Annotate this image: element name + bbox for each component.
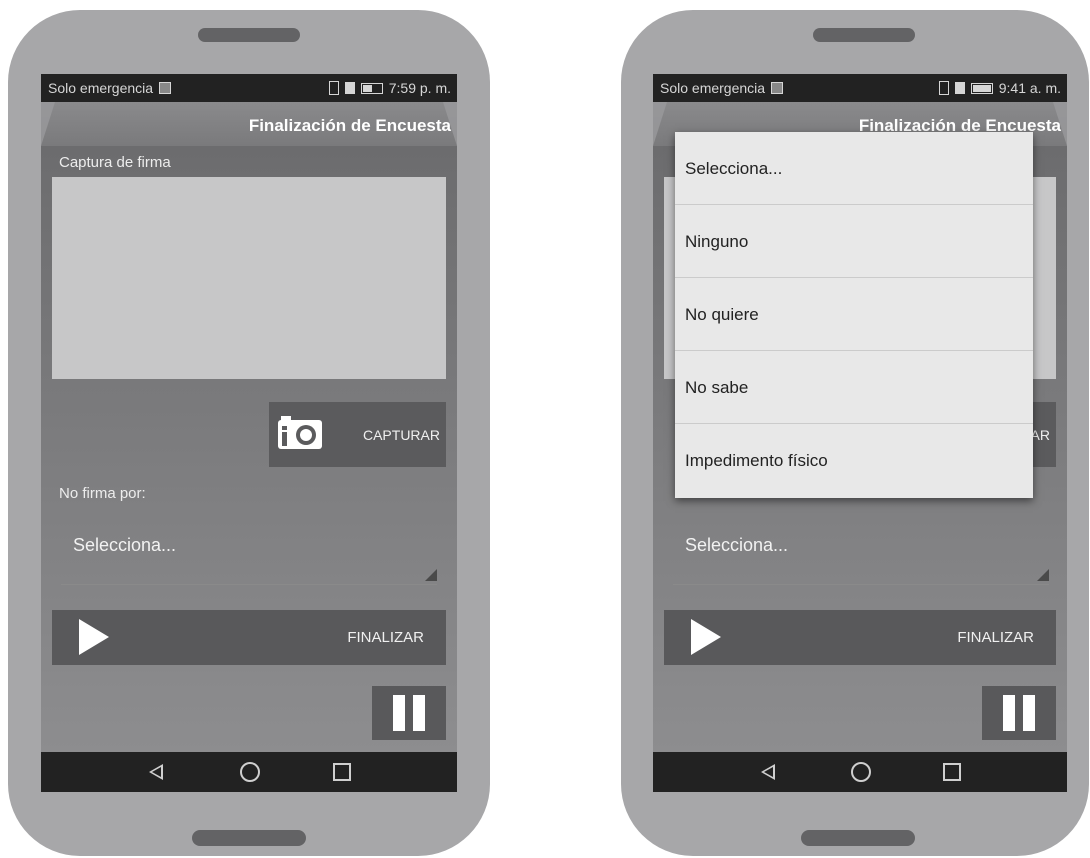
phone-right: Solo emergencia 9:41 a. m. Finalización … bbox=[621, 10, 1089, 856]
pause-icon bbox=[1003, 695, 1015, 731]
dropdown-corner-icon bbox=[425, 569, 437, 581]
dropdown-option[interactable]: No quiere bbox=[675, 278, 1033, 351]
home-icon[interactable] bbox=[851, 762, 871, 782]
recents-icon[interactable] bbox=[943, 763, 961, 781]
battery-icon bbox=[360, 82, 383, 94]
status-bar: Solo emergencia 7:59 p. m. bbox=[41, 74, 457, 102]
carrier-text: Solo emergencia bbox=[660, 80, 766, 96]
dropdown-option[interactable]: No sabe bbox=[675, 351, 1033, 424]
back-icon[interactable] bbox=[149, 764, 163, 780]
back-icon[interactable] bbox=[761, 764, 775, 780]
sim-icon bbox=[344, 82, 355, 94]
play-icon bbox=[79, 619, 109, 655]
clock: 9:41 a. m. bbox=[998, 80, 1061, 96]
vibrate-icon bbox=[328, 81, 339, 95]
image-notification-icon bbox=[159, 82, 172, 94]
capture-button-label: AR bbox=[1030, 427, 1050, 443]
dropdown-option[interactable]: Selecciona... bbox=[675, 132, 1033, 205]
home-icon[interactable] bbox=[240, 762, 260, 782]
phone-home-bar bbox=[192, 830, 306, 846]
survey-content: Captura de firma CAPTURAR No firma por: … bbox=[41, 146, 457, 752]
nav-bar bbox=[41, 752, 457, 792]
clock: 7:59 p. m. bbox=[388, 80, 451, 96]
signature-pad[interactable] bbox=[52, 177, 446, 379]
speaker-grille bbox=[813, 28, 915, 42]
image-notification-icon bbox=[771, 82, 784, 94]
battery-icon bbox=[970, 82, 993, 94]
nav-bar bbox=[653, 752, 1067, 792]
signature-label: Captura de firma bbox=[59, 154, 171, 171]
no-sign-reason-select[interactable]: Selecciona... bbox=[673, 516, 1049, 585]
pause-button[interactable] bbox=[372, 686, 446, 740]
capture-button-label: CAPTURAR bbox=[362, 427, 440, 443]
pause-button[interactable] bbox=[982, 686, 1056, 740]
capture-button[interactable]: CAPTURAR bbox=[269, 402, 446, 467]
app-bar: Finalización de Encuesta bbox=[41, 102, 457, 146]
finish-button-label: FINALIZAR bbox=[347, 629, 424, 646]
phone-screen: Solo emergencia 9:41 a. m. Finalización … bbox=[653, 74, 1067, 792]
dropdown-option[interactable]: Impedimento físico bbox=[675, 424, 1033, 496]
vibrate-icon bbox=[938, 81, 949, 95]
speaker-grille bbox=[198, 28, 300, 42]
no-sign-reason-select[interactable]: Selecciona... bbox=[61, 516, 437, 585]
play-icon bbox=[691, 619, 721, 655]
status-bar: Solo emergencia 9:41 a. m. bbox=[653, 74, 1067, 102]
phone-screen: Solo emergencia 7:59 p. m. Finalización … bbox=[41, 74, 457, 792]
phone-left: Solo emergencia 7:59 p. m. Finalización … bbox=[8, 10, 490, 856]
select-value: Selecciona... bbox=[73, 535, 177, 555]
carrier-text: Solo emergencia bbox=[48, 80, 154, 96]
pause-icon bbox=[393, 695, 405, 731]
sim-icon bbox=[954, 82, 965, 94]
select-value: Selecciona... bbox=[685, 535, 789, 555]
page-title: Finalización de Encuesta bbox=[248, 116, 451, 135]
dropdown-option[interactable]: Ninguno bbox=[675, 205, 1033, 278]
finish-button[interactable]: FINALIZAR bbox=[52, 610, 446, 665]
no-sign-reason-dropdown: Selecciona... Ninguno No quiere No sabe … bbox=[675, 132, 1033, 498]
finish-button-label: FINALIZAR bbox=[957, 629, 1034, 646]
camera-icon bbox=[278, 416, 322, 449]
dropdown-corner-icon bbox=[1037, 569, 1049, 581]
finish-button[interactable]: FINALIZAR bbox=[664, 610, 1056, 665]
no-sign-label: No firma por: bbox=[59, 485, 146, 502]
phone-home-bar bbox=[801, 830, 915, 846]
recents-icon[interactable] bbox=[333, 763, 351, 781]
